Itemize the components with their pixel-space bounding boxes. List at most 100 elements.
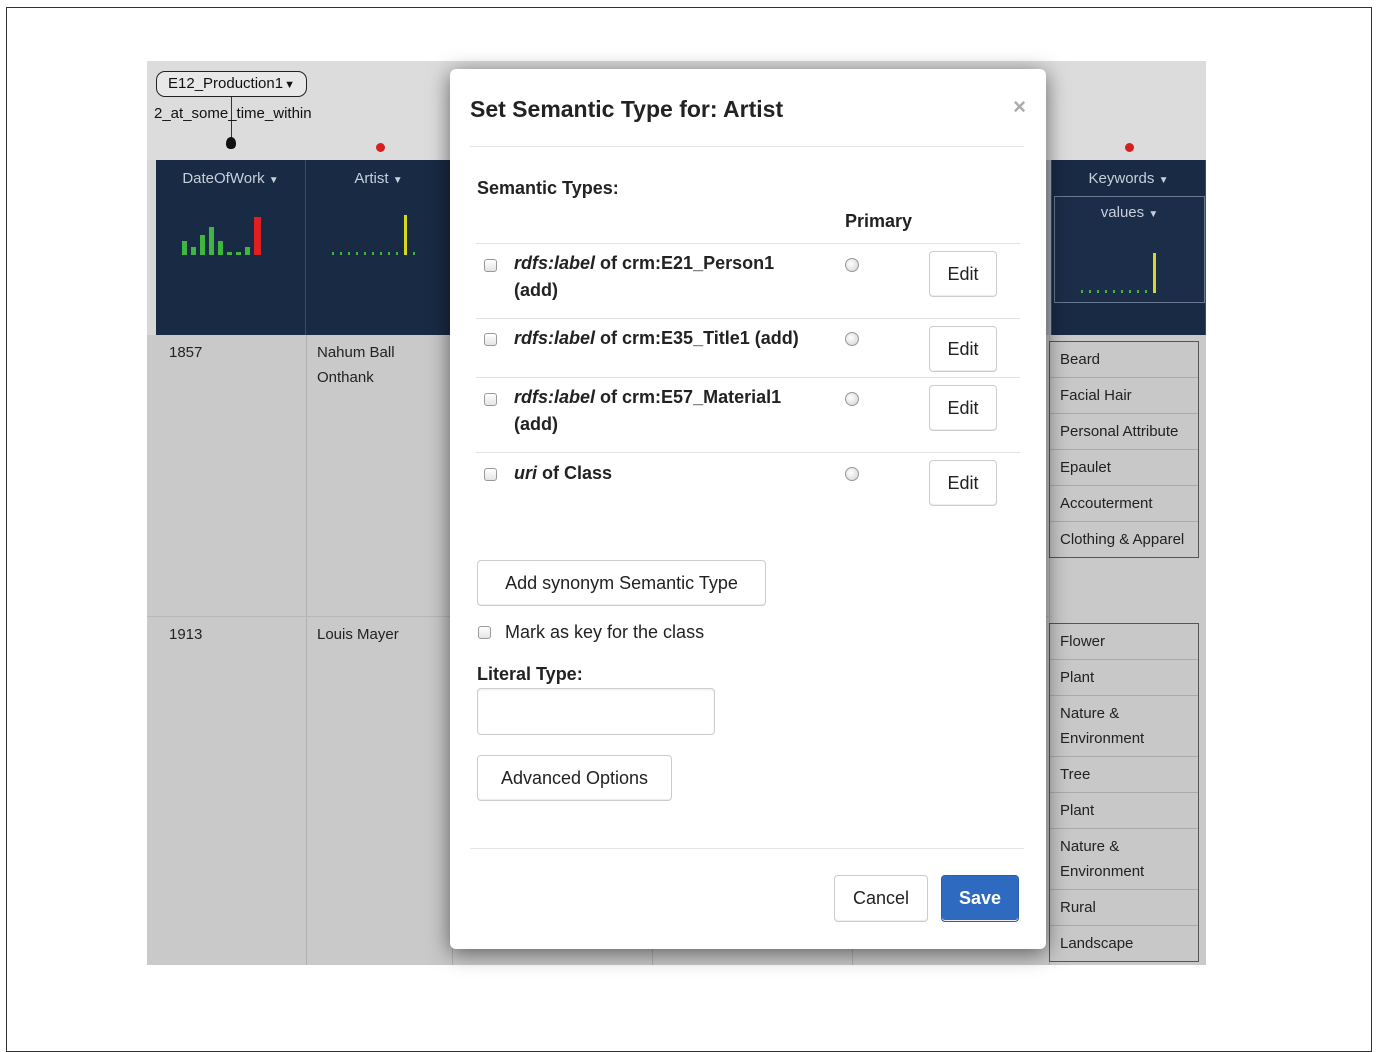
- status-dot-icon: [1125, 143, 1134, 152]
- histogram-bar: [254, 217, 261, 255]
- edit-button[interactable]: Edit: [929, 385, 997, 431]
- histogram-bar: [1121, 290, 1123, 293]
- primary-radio[interactable]: [845, 332, 859, 346]
- type-property: rdfs:label: [514, 253, 596, 273]
- mark-key-checkbox[interactable]: [478, 626, 491, 639]
- keyword-item: Tree: [1050, 757, 1198, 793]
- primary-column-header: Primary: [845, 211, 913, 231]
- histogram-bar: [380, 252, 382, 255]
- primary-radio[interactable]: [845, 258, 859, 272]
- column-title-label: DateOfWork: [182, 170, 265, 187]
- table-cell-artist: Nahum Ball Onthank: [317, 344, 395, 386]
- chevron-down-icon: ▼: [1158, 175, 1169, 186]
- node-e12-production[interactable]: E12_Production1▼: [156, 71, 307, 97]
- keyword-item: Nature & Environment: [1050, 829, 1198, 890]
- histogram-bar: [209, 227, 214, 255]
- keyword-item: Landscape: [1050, 926, 1198, 961]
- keyword-item: Epaulet: [1050, 450, 1198, 486]
- histogram-bar: [332, 252, 334, 255]
- type-checkbox[interactable]: [484, 393, 497, 406]
- histogram-bar: [348, 252, 350, 255]
- mark-key-label: Mark as key for the class: [505, 622, 705, 642]
- edit-button[interactable]: Edit: [929, 326, 997, 372]
- type-property: rdfs:label: [514, 328, 596, 348]
- table-cell-artist: Louis Mayer: [317, 626, 399, 643]
- advanced-options-button[interactable]: Advanced Options: [477, 755, 672, 801]
- histogram-bar: [388, 252, 390, 255]
- keyword-item: Facial Hair: [1050, 378, 1198, 414]
- literal-type-input[interactable]: [477, 688, 715, 735]
- keyword-item: Clothing & Apparel: [1050, 522, 1198, 557]
- histogram-bar: [191, 247, 196, 255]
- histogram-bar: [1081, 290, 1083, 293]
- keyword-item: Nature & Environment: [1050, 696, 1198, 757]
- divider: [470, 146, 1024, 147]
- semantic-type-row: uri of Class Edit: [476, 452, 1020, 512]
- histogram-bar: [182, 241, 187, 255]
- add-synonym-semantic-type-button[interactable]: Add synonym Semantic Type: [477, 560, 766, 606]
- semantic-types-label: Semantic Types:: [477, 178, 619, 198]
- keyword-item: Flower: [1050, 624, 1198, 660]
- histogram: [182, 215, 261, 255]
- histogram-bar: [1129, 290, 1131, 293]
- type-class: of crm:E21_Person1: [595, 253, 775, 273]
- histogram-bar: [413, 252, 415, 255]
- column-header-values[interactable]: values ▼: [1054, 196, 1205, 303]
- histogram-bar: [1097, 290, 1099, 293]
- histogram-bar: [356, 252, 358, 255]
- histogram-bar: [340, 252, 342, 255]
- close-icon[interactable]: ×: [1013, 94, 1026, 120]
- literal-type-label: Literal Type:: [477, 664, 583, 684]
- column-header-artist[interactable]: Artist ▼: [306, 160, 452, 335]
- column-divider: [306, 335, 307, 965]
- keyword-list: Flower Plant Nature & Environment Tree P…: [1049, 623, 1199, 962]
- keyword-item: Personal Attribute: [1050, 414, 1198, 450]
- chevron-down-icon: ▼: [392, 175, 403, 186]
- save-button[interactable]: Save: [941, 875, 1019, 922]
- semantic-type-row: rdfs:label of crm:E35_Title1 (add) Edit: [476, 318, 1020, 377]
- type-description: uri of Class: [514, 460, 834, 487]
- column-title: values ▼: [1055, 204, 1204, 221]
- semantic-type-dialog: Set Semantic Type for: Artist × Semantic…: [450, 69, 1046, 949]
- type-checkbox[interactable]: [484, 468, 497, 481]
- type-description: rdfs:label of crm:E21_Person1 (add): [514, 250, 834, 304]
- histogram-bar: [1145, 290, 1147, 293]
- histogram-bar: [200, 235, 205, 255]
- edge-arrow-icon: [226, 137, 236, 149]
- type-add-suffix: (add): [514, 414, 558, 434]
- keyword-item: Plant: [1050, 660, 1198, 696]
- type-add-suffix: (add): [514, 280, 558, 300]
- dialog-title: Set Semantic Type for: Artist: [470, 96, 784, 122]
- histogram-bar: [372, 252, 374, 255]
- primary-radio[interactable]: [845, 392, 859, 406]
- type-class: of Class: [537, 463, 613, 483]
- column-header-dateofwork[interactable]: DateOfWork ▼: [156, 160, 306, 335]
- histogram-bar: [1153, 253, 1156, 293]
- edit-button[interactable]: Edit: [929, 460, 997, 506]
- cancel-button[interactable]: Cancel: [834, 875, 928, 922]
- node-label: E12_Production1: [168, 75, 284, 92]
- type-property: uri: [514, 463, 538, 483]
- type-checkbox[interactable]: [484, 259, 497, 272]
- histogram-bar: [245, 247, 250, 255]
- status-dot-icon: [376, 143, 385, 152]
- table-cell-date: 1857: [169, 344, 203, 361]
- chevron-down-icon: ▼: [284, 79, 295, 91]
- histogram: [332, 215, 415, 255]
- type-checkbox[interactable]: [484, 333, 497, 346]
- primary-radio[interactable]: [845, 467, 859, 481]
- histogram-bar: [396, 252, 398, 255]
- histogram-bar: [1113, 290, 1115, 293]
- histogram-bar: [1137, 290, 1139, 293]
- histogram-bar: [1105, 290, 1107, 293]
- column-title-label: values: [1100, 204, 1145, 221]
- semantic-type-row: rdfs:label of crm:E57_Material1 (add) Edi…: [476, 377, 1020, 452]
- column-title: DateOfWork ▼: [156, 170, 305, 187]
- histogram-bar: [404, 215, 407, 255]
- edit-button[interactable]: Edit: [929, 251, 997, 297]
- histogram-bar: [236, 252, 241, 255]
- chevron-down-icon: ▼: [268, 175, 279, 186]
- column-title: Artist ▼: [306, 170, 451, 187]
- type-class: of crm:E35_Title1 (add): [595, 328, 799, 348]
- keyword-item: Plant: [1050, 793, 1198, 829]
